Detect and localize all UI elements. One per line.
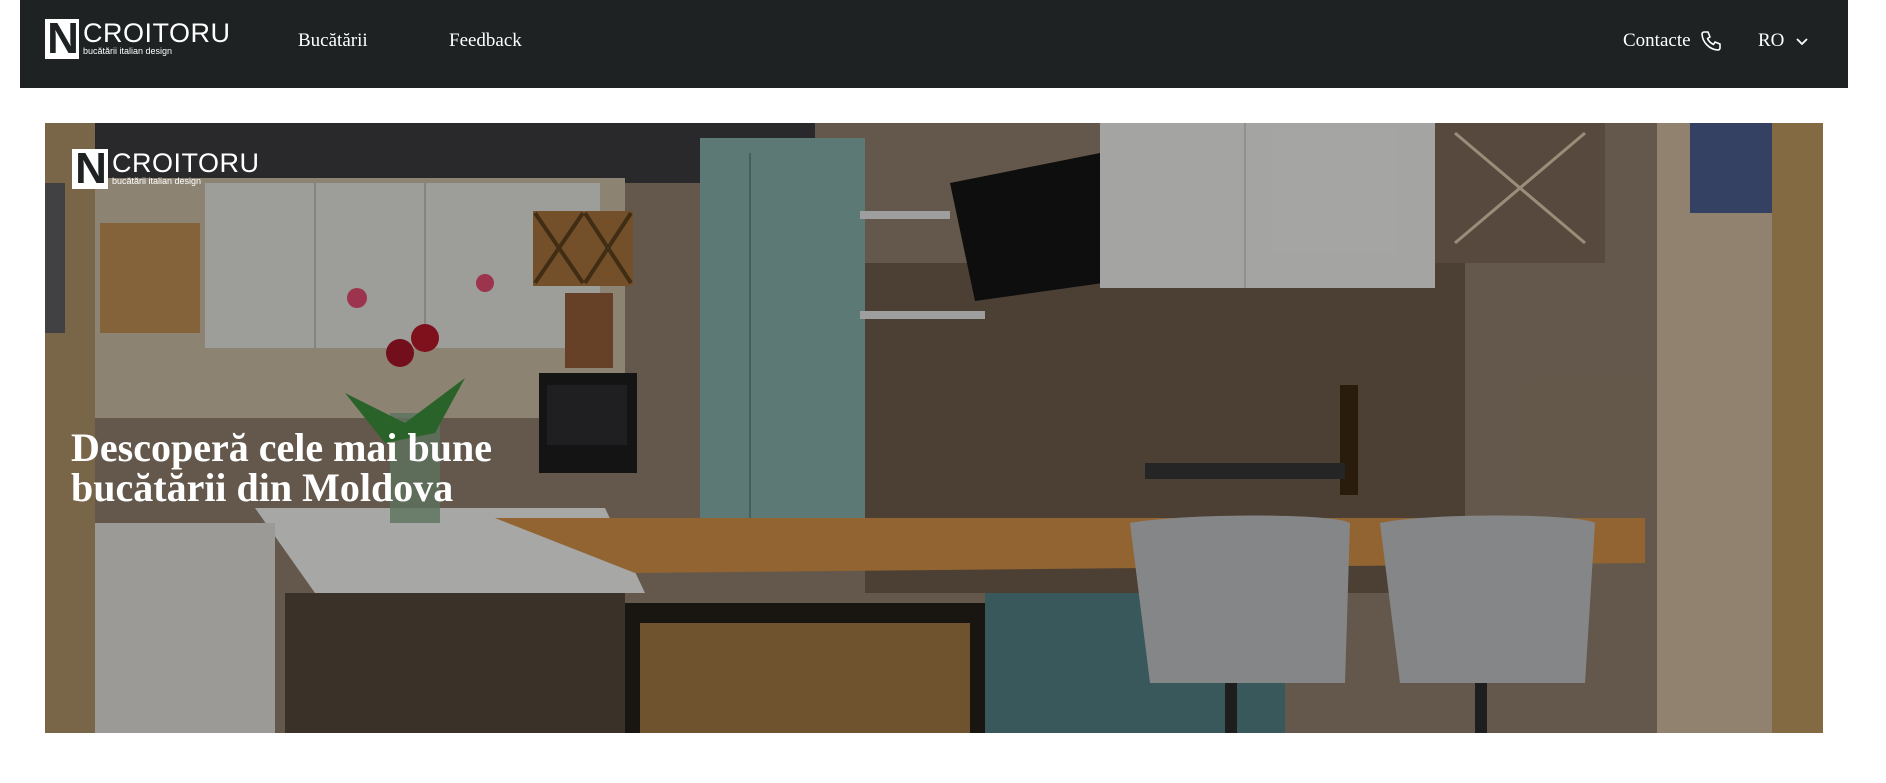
language-label: RO [1758,30,1785,51]
hero-banner: N CROITORU bucătării italian design Desc… [45,123,1823,733]
top-navbar: N CROITORU bucătării italian design Bucă… [20,0,1848,88]
contact-label: Contacte [1623,30,1691,51]
hero-logo-mark-icon: N [72,144,108,193]
hero-logo: N CROITORU bucătării italian design [72,144,260,193]
contact-link[interactable]: Contacte [1623,29,1723,53]
hero-title-line1: Descoperă cele mai bune [71,425,493,470]
hero-logo-tagline: bucătării italian design [112,176,202,186]
nav-link-kitchens[interactable]: Bucătării [298,29,368,53]
hero-title: Descoperă cele mai bune bucătării din Mo… [71,428,591,508]
hero-title-line2: bucătării din Moldova [71,465,454,510]
hero-logo-name: CROITORU [112,148,260,178]
phone-icon [1700,31,1721,51]
nav-link-feedback[interactable]: Feedback [449,29,522,53]
logo-name: CROITORU [83,18,231,48]
logo-tagline: bucătării italian design [83,46,173,56]
language-selector[interactable]: RO [1758,29,1809,53]
brand-logo[interactable]: N CROITORU bucătării italian design [45,14,231,63]
chevron-down-icon [1796,38,1809,46]
logo-mark-icon: N [45,14,79,63]
